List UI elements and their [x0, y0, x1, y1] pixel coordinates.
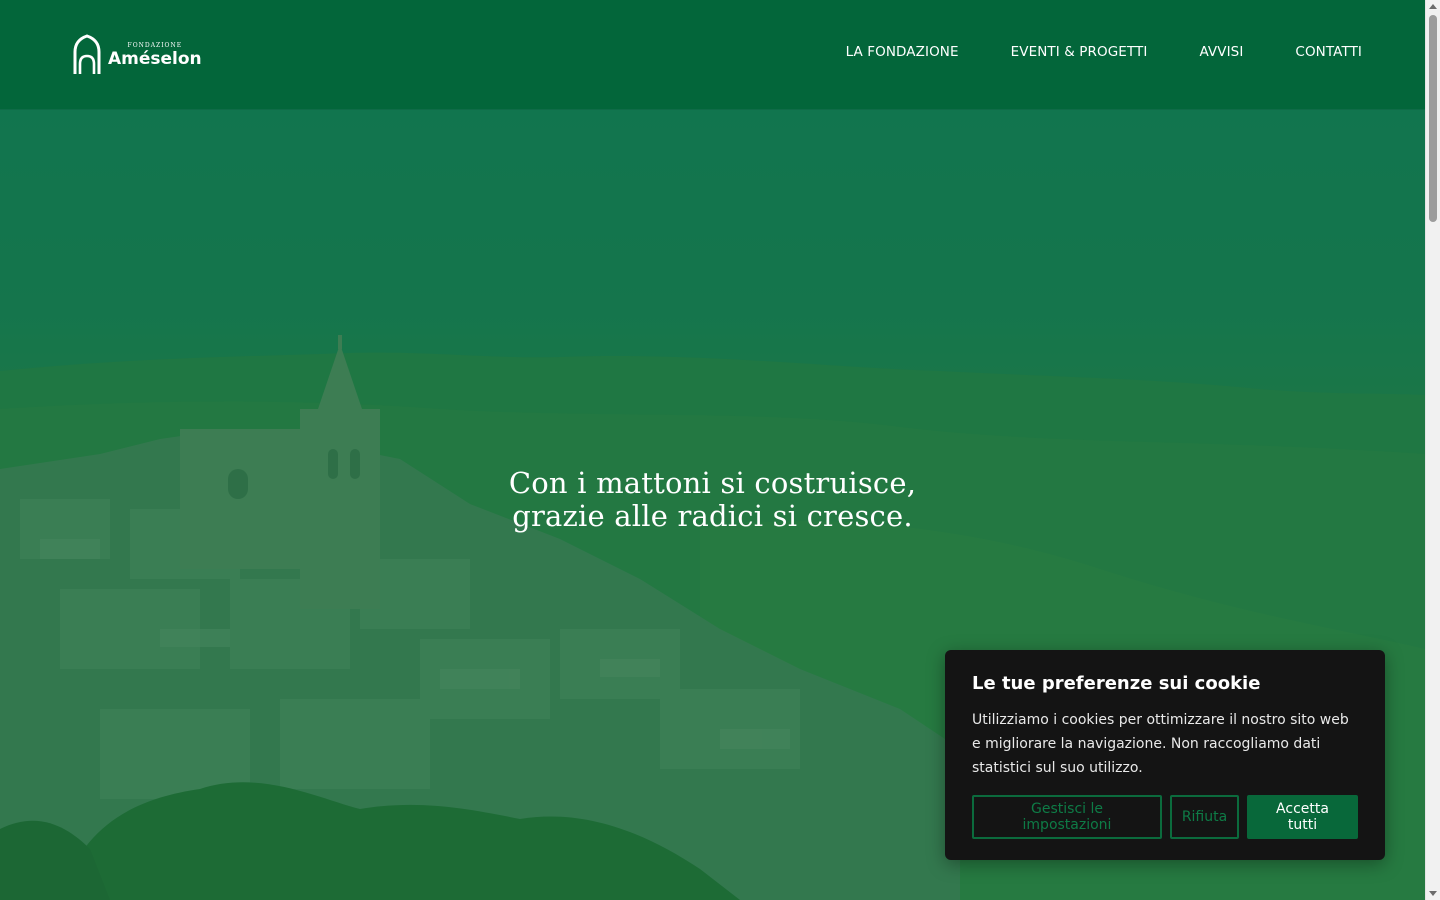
nav-avvisi[interactable]: AVVISI — [1199, 44, 1243, 60]
nav-contatti[interactable]: CONTATTI — [1295, 44, 1362, 60]
hero-quote-line-2: grazie alle radici si cresce. — [512, 499, 913, 533]
logo-link[interactable]: FONDAZIONE Améselon — [72, 34, 202, 76]
arch-logo-icon — [73, 34, 101, 74]
logo-text: FONDAZIONE Améselon — [108, 41, 202, 69]
hero-quote-line-1: Con i mattoni si costruisce, — [508, 466, 917, 500]
page-scrollbar[interactable] — [1425, 0, 1440, 900]
nav-eventi-progetti[interactable]: EVENTI & PROGETTI — [1011, 44, 1148, 60]
site-header: FONDAZIONE Améselon LA FONDAZIONE EVENTI… — [0, 0, 1425, 109]
main-nav: LA FONDAZIONE EVENTI & PROGETTI AVVISI C… — [846, 44, 1362, 60]
scroll-up-arrow-icon[interactable] — [1429, 4, 1437, 9]
scroll-down-arrow-icon[interactable] — [1429, 891, 1437, 896]
nav-la-fondazione[interactable]: LA FONDAZIONE — [846, 44, 959, 60]
accept-all-button[interactable]: Accetta tutti — [1247, 795, 1358, 839]
cookie-actions: Gestisci le impostazioni Rifiuta Accetta… — [972, 795, 1358, 839]
cookie-description: Utilizziamo i cookies per ottimizzare il… — [972, 712, 1349, 776]
cookie-consent-banner: Le tue preferenze sui cookie Utilizziamo… — [945, 650, 1385, 860]
scrollbar-thumb[interactable] — [1429, 15, 1437, 222]
logo-small-text: FONDAZIONE — [127, 41, 183, 49]
page: FONDAZIONE Améselon LA FONDAZIONE EVENTI… — [0, 0, 1440, 900]
logo-name: Améselon — [108, 48, 202, 69]
manage-settings-button[interactable]: Gestisci le impostazioni — [972, 795, 1162, 839]
reject-button[interactable]: Rifiuta — [1170, 795, 1239, 839]
hero-quote: Con i mattoni si costruisce, grazie alle… — [0, 467, 1425, 533]
cookie-title: Le tue preferenze sui cookie — [972, 673, 1261, 694]
